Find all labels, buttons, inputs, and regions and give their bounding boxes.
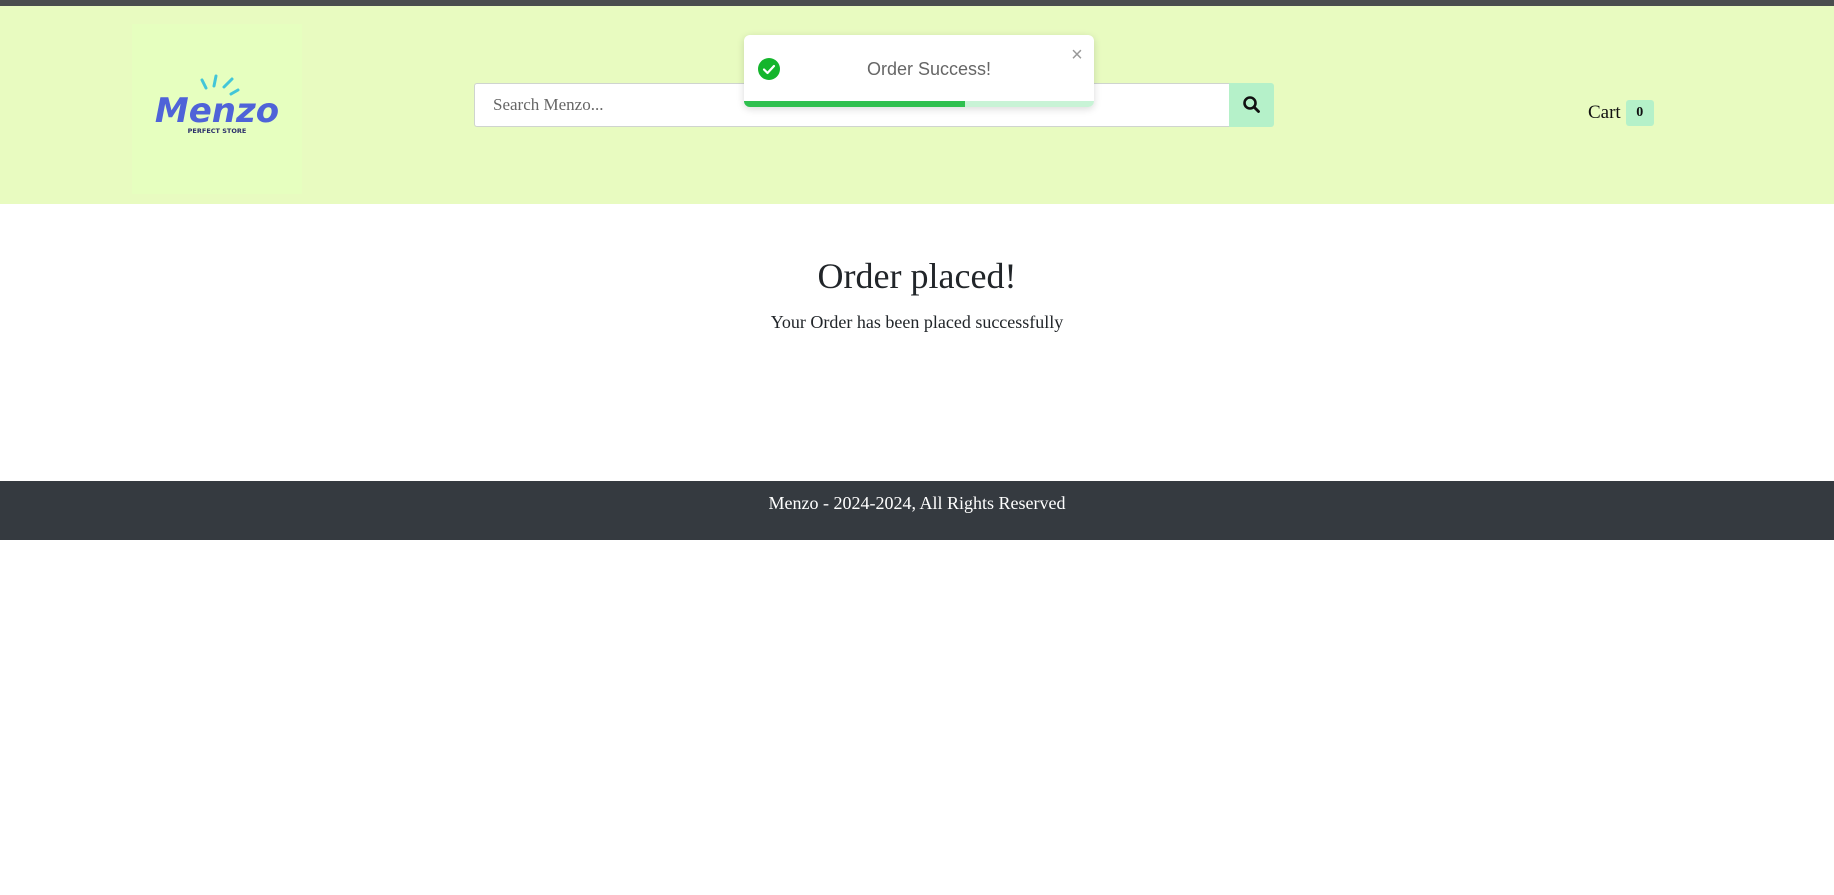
site-footer: Menzo - 2024-2024, All Rights Reserved bbox=[0, 481, 1834, 540]
site-logo[interactable]: Menzo PERFECT STORE bbox=[132, 24, 302, 194]
page-title: Order placed! bbox=[817, 256, 1017, 296]
footer-copyright: Menzo - 2024-2024, All Rights Reserved bbox=[768, 493, 1066, 513]
toast-progress-bar bbox=[744, 101, 965, 107]
site-header: Menzo PERFECT STORE Cart 0 Order Success… bbox=[0, 6, 1834, 204]
cart-link[interactable]: Cart 0 bbox=[1588, 99, 1654, 127]
order-success-toast: Order Success! × bbox=[744, 35, 1094, 107]
toast-progress-track bbox=[744, 101, 1094, 107]
toast-message: Order Success! bbox=[866, 59, 992, 79]
check-circle-icon bbox=[758, 58, 780, 80]
page-subtitle: Your Order has been placed successfully bbox=[770, 312, 1064, 332]
logo-brand-text: Menzo bbox=[155, 91, 279, 131]
cart-label: Cart bbox=[1588, 102, 1621, 123]
sun-rays-logo-icon: Menzo PERFECT STORE bbox=[155, 74, 279, 135]
close-icon[interactable]: × bbox=[1068, 45, 1086, 65]
search-button[interactable] bbox=[1229, 83, 1274, 127]
cart-count-badge: 0 bbox=[1625, 100, 1654, 126]
logo-tagline-text: PERFECT STORE bbox=[188, 127, 247, 135]
search-icon bbox=[1243, 96, 1260, 113]
